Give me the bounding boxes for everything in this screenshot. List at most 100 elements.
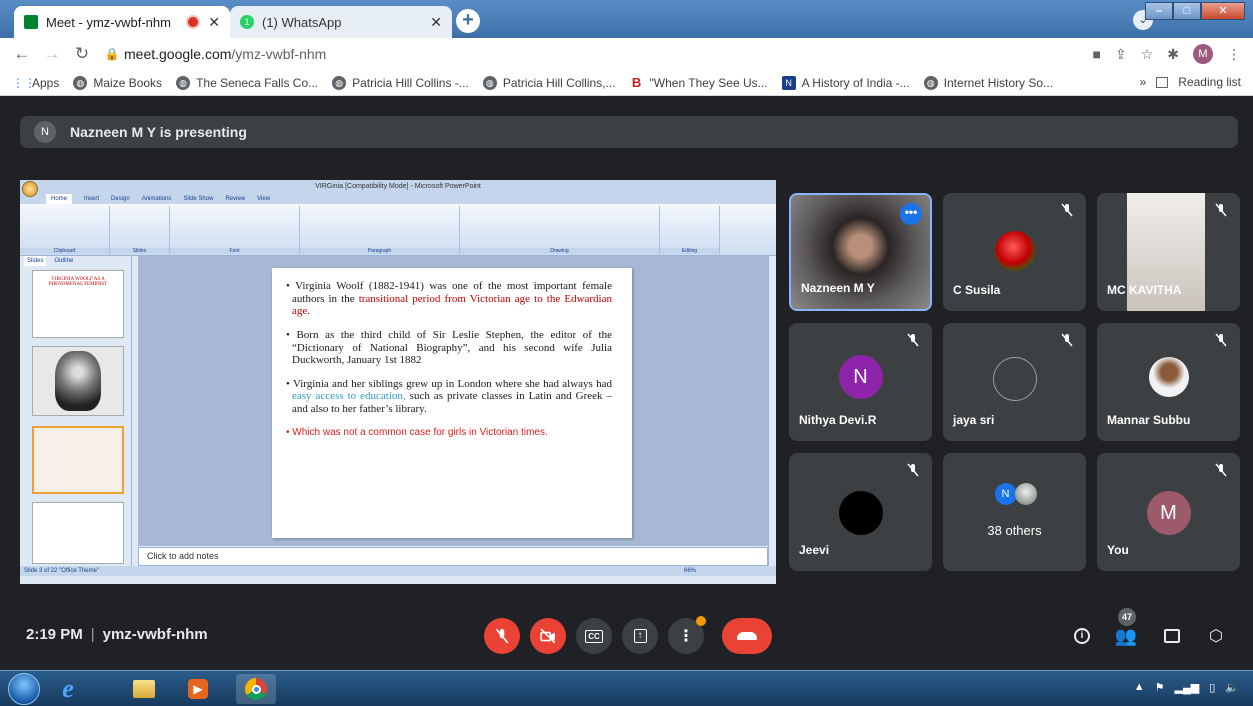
slide-thumbnail[interactable]: VIRGINIA WOOLF AS A PHENOMENAL FEMINIST: [32, 270, 124, 338]
start-button[interactable]: [8, 673, 40, 705]
participant-tile[interactable]: ••• Nazneen M Y: [789, 193, 932, 311]
participant-avatar: N: [838, 355, 883, 399]
people-icon: 👥: [1114, 625, 1138, 646]
mic-off-icon: [495, 628, 509, 644]
present-button[interactable]: ↑: [622, 618, 658, 654]
slide-bullet-highlight: • Which was not a common case for girls …: [286, 426, 548, 438]
participant-tile[interactable]: C Susila: [943, 193, 1086, 311]
bookmark-item[interactable]: B "When They See Us...: [630, 74, 768, 90]
bookmark-item[interactable]: NA History of India -...: [781, 75, 910, 90]
window-close-button[interactable]: ✕: [1201, 2, 1245, 20]
end-call-icon: [737, 632, 757, 640]
others-avatars: N: [994, 483, 1037, 505]
bookmarks-overflow-button[interactable]: »: [1140, 75, 1147, 89]
star-icon[interactable]: ☆: [1141, 46, 1154, 63]
battery-icon[interactable]: ▯: [1209, 681, 1215, 694]
chrome-icon[interactable]: [236, 674, 276, 704]
more-options-icon[interactable]: •••: [900, 203, 922, 225]
extensions-icon[interactable]: ✱: [1167, 46, 1179, 63]
activities-button[interactable]: ⬡: [1204, 624, 1228, 648]
camera-toggle-button[interactable]: [530, 618, 566, 654]
browser-tab-strip: Meet - ymz-vwbf-nhm ✕ 1 (1) WhatsApp ✕ +…: [0, 0, 1253, 38]
participant-tile[interactable]: jaya sri: [943, 323, 1086, 441]
ppt-tab: Slide Show: [183, 196, 214, 202]
participant-photo: [1148, 357, 1189, 397]
bookmark-item[interactable]: ◍ Internet History So...: [923, 75, 1053, 90]
participant-tile[interactable]: Jeevi: [789, 453, 932, 571]
slide-thumbnail[interactable]: [32, 346, 124, 416]
participant-photo: [1014, 483, 1037, 505]
meeting-info-button[interactable]: i: [1070, 624, 1094, 648]
share-icon[interactable]: ⇪: [1115, 46, 1127, 63]
globe-icon: ◍: [482, 75, 497, 90]
mic-off-icon: [1215, 333, 1227, 347]
participant-tile[interactable]: N Nithya Devi.R: [789, 323, 932, 441]
minimize-button[interactable]: –: [1145, 2, 1173, 20]
slide-thumbnail-selected[interactable]: [32, 426, 124, 494]
tab-whatsapp[interactable]: 1 (1) WhatsApp ✕: [230, 6, 452, 38]
url-field[interactable]: meet.google.com/ymz-vwbf-nhm: [124, 46, 326, 62]
mic-off-icon: [1215, 463, 1227, 477]
lock-icon[interactable]: 🔒: [100, 47, 124, 61]
reload-icon[interactable]: ↻: [70, 44, 94, 64]
ppt-title-bar: VIRGinia [Compatibility Mode] - Microsof…: [20, 180, 776, 197]
internet-explorer-icon[interactable]: e: [48, 674, 88, 704]
more-options-button[interactable]: ⋮: [668, 616, 706, 654]
camera-icon[interactable]: ■: [1093, 46, 1101, 62]
mic-off-icon: [1061, 333, 1073, 347]
globe-icon: ◍: [176, 75, 191, 90]
presenting-banner: N Nazneen M Y is presenting: [20, 116, 1238, 148]
self-tile[interactable]: M You: [1097, 453, 1240, 571]
new-tab-button[interactable]: +: [456, 9, 480, 33]
meet-stage: N Nazneen M Y is presenting VIRGinia [Co…: [0, 96, 1253, 670]
profile-avatar[interactable]: M: [1193, 44, 1213, 64]
participant-tile[interactable]: Mannar Subbu: [1097, 323, 1240, 441]
ppt-status-bar: Slide 3 of 22 "Office Theme" 66%: [20, 566, 776, 576]
close-icon[interactable]: ✕: [208, 14, 220, 31]
others-tile[interactable]: N 38 others: [943, 453, 1086, 571]
people-button[interactable]: 👥 47: [1114, 608, 1138, 648]
bookmark-item[interactable]: ◍ The Seneca Falls Co...: [176, 75, 318, 90]
meet-control-bar: 2:19 PM | ymz-vwbf-nhm CC ↑ ⋮ i 👥 47 ⬡: [0, 608, 1253, 670]
network-icon[interactable]: ▂▄▆: [1175, 681, 1200, 694]
participant-count-badge: 47: [1118, 608, 1136, 626]
forward-icon[interactable]: →: [40, 44, 64, 64]
back-icon[interactable]: ←: [10, 44, 34, 64]
flag-icon[interactable]: ⚑: [1155, 681, 1165, 694]
slide-thumbnail[interactable]: [32, 502, 124, 564]
menu-icon[interactable]: ⋮: [1227, 46, 1241, 63]
bookmarks-bar: ⋮⋮ Apps ◍ Maize Books ◍ The Seneca Falls Co…: [0, 70, 1253, 96]
notification-dot: [696, 616, 706, 626]
participant-tile[interactable]: MC KAVITHA: [1097, 193, 1240, 311]
meet-icon: [24, 15, 38, 29]
tab-meet[interactable]: Meet - ymz-vwbf-nhm ✕: [14, 6, 230, 38]
close-icon[interactable]: ✕: [430, 14, 442, 31]
activities-icon: ⬡: [1209, 628, 1223, 645]
bookmark-item[interactable]: ◍ Patricia Hill Collins -...: [332, 75, 469, 90]
shared-screen[interactable]: VIRGinia [Compatibility Mode] - Microsof…: [20, 180, 776, 584]
broken-image-icon: [992, 357, 1037, 401]
tray-expand-icon[interactable]: ▲: [1134, 681, 1145, 694]
ppt-body: Slides Outline VIRGINIA WOOLF AS A PHENOM…: [20, 256, 776, 584]
ppt-tab: Animations: [141, 196, 172, 202]
window-controls: – □ ✕: [1145, 2, 1245, 20]
bookmark-apps[interactable]: ⋮⋮ Apps: [12, 76, 59, 90]
media-player-icon[interactable]: ▶: [178, 674, 218, 704]
file-explorer-icon[interactable]: [124, 674, 164, 704]
leave-call-button[interactable]: [722, 618, 772, 654]
reading-list-button[interactable]: Reading list: [1178, 75, 1241, 89]
maximize-button[interactable]: □: [1173, 2, 1201, 20]
chat-button[interactable]: [1160, 624, 1184, 648]
bookmark-item[interactable]: ◍ Maize Books: [73, 75, 162, 90]
volume-icon[interactable]: 🔈: [1225, 681, 1239, 694]
ppt-scrollbar[interactable]: [768, 256, 776, 566]
slide-bullet: • Born as the third child of Sir Leslie …: [286, 328, 612, 367]
mic-toggle-button[interactable]: [484, 618, 520, 654]
captions-button[interactable]: CC: [576, 618, 612, 654]
b-icon: B: [631, 74, 642, 90]
slide-editor: • Virginia Woolf (1882-1941) was one of …: [138, 256, 768, 546]
bookmark-item[interactable]: ◍ Patricia Hill Collins,...: [482, 75, 616, 90]
notes-field[interactable]: Click to add notes: [138, 547, 768, 566]
globe-icon: ◍: [332, 75, 347, 90]
slide-bullet: • Virginia Woolf (1882-1941) was one of …: [286, 280, 612, 318]
